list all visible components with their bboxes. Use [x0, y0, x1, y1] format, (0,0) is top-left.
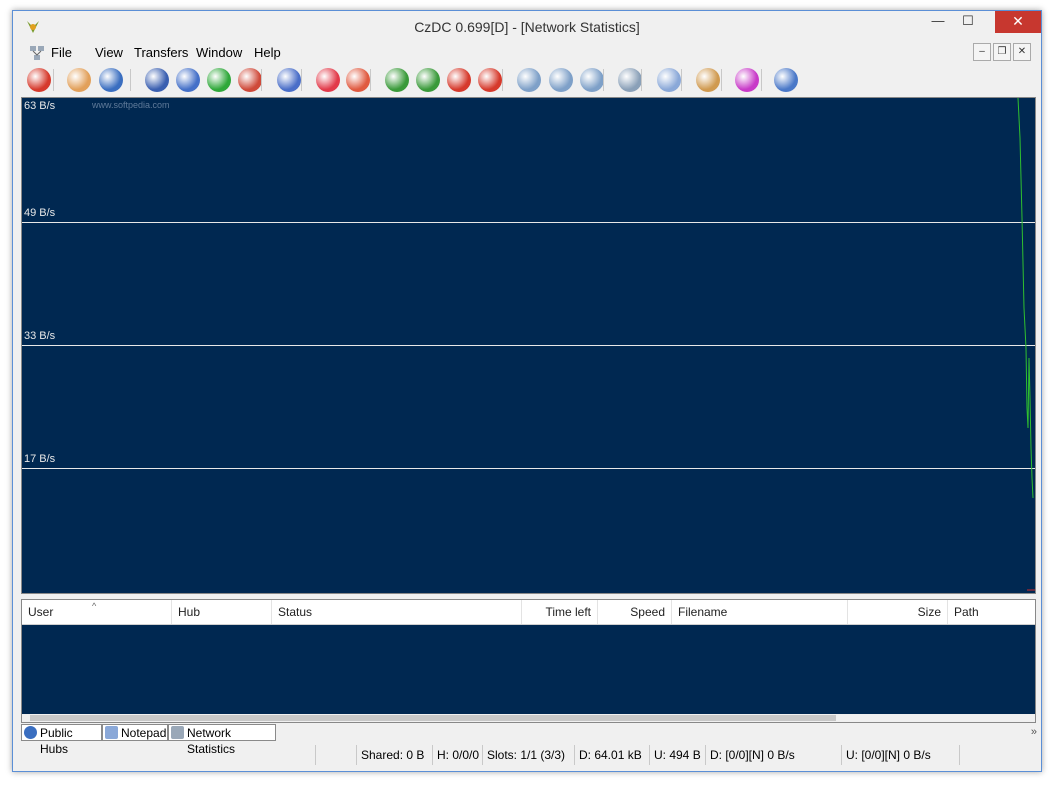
- mdi-minimize-button[interactable]: –: [973, 43, 991, 61]
- status-download-rate: D: [0/0][N] 0 B/s: [705, 745, 841, 765]
- menu-file[interactable]: File: [51, 45, 72, 60]
- sort-ascending-icon: ^: [92, 601, 97, 611]
- minimize-button[interactable]: —: [923, 11, 953, 33]
- col-user[interactable]: User ^: [22, 600, 172, 624]
- toolbar-separator: [53, 69, 54, 91]
- close-button[interactable]: ✕: [995, 11, 1041, 33]
- disconnect-icon[interactable]: [27, 68, 51, 92]
- col-user-label: User: [28, 605, 54, 619]
- scrollbar-thumb[interactable]: [30, 715, 836, 721]
- tab-network-statistics[interactable]: Network Statistics: [168, 724, 276, 756]
- favorite-users-icon[interactable]: [238, 68, 262, 92]
- toolbar: [21, 65, 1035, 95]
- edit-icon[interactable]: [774, 68, 798, 92]
- window-tabs: Public Hubs Notepad Network Statistics »: [21, 724, 1037, 756]
- status-slots: Slots: 1/1 (3/3): [482, 745, 574, 765]
- col-time-left[interactable]: Time left: [522, 600, 598, 624]
- status-tail: [959, 745, 1029, 765]
- toolbar-separator: [761, 69, 762, 91]
- horizontal-scrollbar[interactable]: [22, 714, 1035, 722]
- upload-queue-icon[interactable]: [447, 68, 471, 92]
- col-status[interactable]: Status: [272, 600, 522, 624]
- tab-public-hubs[interactable]: Public Hubs: [21, 724, 102, 756]
- toolbar-separator: [721, 69, 722, 91]
- window-title: CzDC 0.699[D] - [Network Statistics]: [414, 19, 640, 35]
- open-folder-icon[interactable]: [67, 68, 91, 92]
- col-size[interactable]: Size: [848, 600, 948, 624]
- toolbar-separator: [301, 69, 302, 91]
- status-empty: [315, 745, 356, 765]
- finished-uploads-icon[interactable]: [478, 68, 502, 92]
- public-hubs-icon[interactable]: [99, 68, 123, 92]
- menu-help[interactable]: Help: [254, 45, 281, 60]
- col-speed[interactable]: Speed: [598, 600, 672, 624]
- check-icon[interactable]: [277, 68, 301, 92]
- transfer-list[interactable]: User ^ Hub Status Time left Speed Filena…: [21, 599, 1036, 723]
- favorite-hubs-icon[interactable]: [207, 68, 231, 92]
- menu-bar: File View Transfers Window Help – ❐ ✕: [21, 43, 1035, 63]
- network-icon: [171, 726, 184, 739]
- finished-downloads-icon[interactable]: [416, 68, 440, 92]
- app-window: CzDC 0.699[D] - [Network Statistics] — ☐…: [12, 10, 1042, 772]
- traffic-line: [1017, 98, 1035, 591]
- mdi-controls: – ❐ ✕: [971, 43, 1031, 61]
- toolbar-separator: [641, 69, 642, 91]
- mdi-close-button[interactable]: ✕: [1013, 43, 1031, 61]
- search-spy-icon[interactable]: [580, 68, 604, 92]
- notepad-icon[interactable]: [657, 68, 681, 92]
- follow-redirect-icon[interactable]: [176, 68, 200, 92]
- title-bar[interactable]: CzDC 0.699[D] - [Network Statistics] — ☐…: [13, 11, 1041, 43]
- user-icon[interactable]: [346, 68, 370, 92]
- file-list-icon[interactable]: [696, 68, 720, 92]
- tab-notepad[interactable]: Notepad: [102, 724, 168, 741]
- status-bar: Shared: 0 B H: 0/0/0 Slots: 1/1 (3/3) D:…: [13, 743, 1041, 767]
- maximize-button[interactable]: ☐: [953, 11, 983, 33]
- status-shared: Shared: 0 B: [356, 745, 432, 765]
- more-tabs-button[interactable]: »: [1031, 726, 1037, 738]
- menu-transfers[interactable]: Transfers: [134, 45, 188, 60]
- globe-icon: [24, 726, 37, 739]
- col-hub[interactable]: Hub: [172, 600, 272, 624]
- search-icon[interactable]: [517, 68, 541, 92]
- status-hubs: H: 0/0/0: [432, 745, 482, 765]
- status-downloaded: D: 64.01 kB: [574, 745, 649, 765]
- settings-icon[interactable]: [735, 68, 759, 92]
- download-queue-icon[interactable]: [385, 68, 409, 92]
- menu-window[interactable]: Window: [196, 45, 242, 60]
- network-graph: www.softpedia.com 63 B/s 49 B/s 33 B/s 1…: [21, 97, 1036, 594]
- network-stats-icon[interactable]: [618, 68, 642, 92]
- col-filename[interactable]: Filename: [672, 600, 848, 624]
- adl-search-icon[interactable]: [549, 68, 573, 92]
- toolbar-separator: [370, 69, 371, 91]
- menu-view[interactable]: View: [95, 45, 123, 60]
- toolbar-separator: [502, 69, 503, 91]
- tab-label: Notepad: [121, 726, 167, 740]
- toolbar-separator: [261, 69, 262, 91]
- reconnect-icon[interactable]: [145, 68, 169, 92]
- network-stats-icon[interactable]: [29, 45, 45, 61]
- toolbar-separator: [130, 69, 131, 91]
- status-uploaded: U: 494 B: [649, 745, 705, 765]
- notepad-icon: [105, 726, 118, 739]
- heart-icon[interactable]: [316, 68, 340, 92]
- status-upload-rate: U: [0/0][N] 0 B/s: [841, 745, 959, 765]
- toolbar-separator: [603, 69, 604, 91]
- transfer-list-header: User ^ Hub Status Time left Speed Filena…: [22, 600, 1035, 625]
- toolbar-separator: [681, 69, 682, 91]
- col-path[interactable]: Path: [948, 600, 1035, 624]
- mdi-restore-button[interactable]: ❐: [993, 43, 1011, 61]
